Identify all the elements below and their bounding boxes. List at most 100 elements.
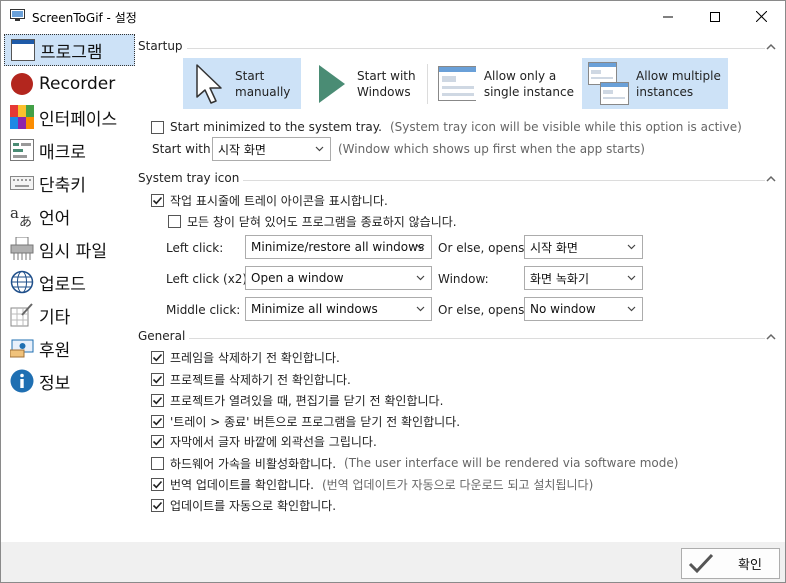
option-checkbox[interactable]	[151, 456, 164, 470]
option-checkbox[interactable]	[151, 477, 164, 491]
sidebar-item-label: 단축키	[39, 175, 86, 196]
close-button[interactable]	[738, 1, 784, 32]
sidebar-item-language[interactable]: aあ 언어	[4, 200, 135, 232]
sidebar-item-label: 인터페이스	[39, 109, 118, 130]
chevron-down-icon	[627, 306, 636, 312]
show-tray-icon-checkbox[interactable]	[151, 193, 164, 207]
checkmark-icon	[152, 396, 163, 404]
option-checkbox[interactable]	[151, 434, 164, 448]
check-translation-updates-option[interactable]: 번역 업데이트를 확인합니다. (번역 업데이트가 자동으로 다운로드 되고 설…	[151, 475, 593, 493]
maximize-icon	[710, 11, 720, 22]
start-with-dropdown[interactable]: 시작 화면	[212, 137, 331, 161]
option-checkbox[interactable]	[151, 498, 164, 512]
window-dropdown[interactable]: 화면 녹화기	[524, 266, 643, 290]
option-checkbox[interactable]	[151, 393, 164, 407]
show-tray-icon-option[interactable]: 작업 표시줄에 트레이 아이콘을 표시합니다.	[151, 191, 388, 209]
option-checkbox[interactable]	[151, 350, 164, 364]
minimize-icon	[663, 16, 673, 17]
start-minimized-option[interactable]: Start minimized to the system tray. (Sys…	[151, 118, 742, 136]
start-minimized-checkbox[interactable]	[151, 120, 164, 134]
maximize-button[interactable]	[692, 1, 738, 32]
section-title: General	[138, 329, 190, 343]
confirm-delete-frames-option[interactable]: 프레임을 삭제하기 전 확인합니다.	[151, 348, 340, 366]
left-click-else-dropdown[interactable]: 시작 화면	[524, 235, 643, 259]
left-click-dropdown[interactable]: Minimize/restore all windows	[245, 235, 432, 259]
tile-label: Start with Windows	[357, 68, 416, 99]
info-icon	[9, 368, 35, 394]
left-click2-dropdown[interactable]: Open a window	[245, 266, 432, 290]
section-divider	[138, 48, 765, 49]
auto-check-updates-option[interactable]: 업데이트를 자동으로 확인합니다.	[151, 496, 336, 514]
donate-icon	[9, 335, 35, 361]
sidebar-item-temp-files[interactable]: 임시 파일	[4, 233, 135, 265]
close-icon	[755, 11, 767, 22]
left-click-label: Left click:	[166, 241, 224, 255]
sidebar-item-upload[interactable]: 업로드	[4, 266, 135, 298]
minimize-button[interactable]	[645, 1, 691, 32]
option-label: 프로젝트가 열려있을 때, 편집기를 닫기 전 확인합니다.	[170, 393, 444, 408]
ok-label: 확인	[738, 558, 762, 573]
start-manually-tile[interactable]: Start manually	[183, 58, 301, 109]
multiple-windows-icon	[588, 61, 629, 105]
section-divider	[138, 338, 765, 339]
chevron-down-icon	[416, 244, 425, 250]
middle-click-dropdown[interactable]: Minimize all windows	[245, 297, 432, 321]
option-label: 자막에서 글자 바깥에 외곽선을 그립니다.	[170, 434, 377, 449]
cursor-icon	[196, 63, 222, 104]
checkmark-icon	[152, 437, 163, 445]
dropdown-value: Open a window	[251, 271, 344, 285]
chevron-down-icon	[627, 244, 636, 250]
keep-open-option[interactable]: 모든 창이 닫혀 있어도 프로그램을 종료하지 않습니다.	[168, 212, 457, 230]
window-title: ScreenToGif - 설정	[32, 11, 137, 25]
sidebar-item-label: 매크로	[39, 142, 86, 163]
sidebar-item-extras[interactable]: 기타	[4, 299, 135, 331]
chevron-up-icon[interactable]	[765, 40, 777, 54]
chevron-up-icon[interactable]	[765, 172, 777, 186]
sidebar-item-about[interactable]: 정보	[4, 365, 135, 397]
confirm-delete-project-option[interactable]: 프로젝트를 삭제하기 전 확인합니다.	[151, 370, 351, 388]
general-section-header[interactable]: General	[138, 329, 783, 347]
option-label: '트레이 > 종료' 버튼으로 프로그램을 닫기 전 확인합니다.	[170, 414, 461, 429]
sidebar-item-donate[interactable]: 후원	[4, 332, 135, 364]
option-label: 모든 창이 닫혀 있어도 프로그램을 종료하지 않습니다.	[187, 214, 457, 229]
sidebar-item-shortcuts[interactable]: 단축키	[4, 167, 135, 199]
disable-hw-accel-option[interactable]: 하드웨어 가속을 비활성화합니다. (The user interface wi…	[151, 454, 678, 472]
dropdown-value: Minimize all windows	[251, 302, 378, 316]
sidebar-item-label: Recorder	[39, 74, 116, 94]
startup-section-header[interactable]: Startup	[138, 39, 783, 57]
multiple-instances-tile[interactable]: Allow multiple instances	[582, 58, 728, 109]
single-instance-tile[interactable]: Allow only a single instance	[434, 58, 574, 109]
dropdown-value: No window	[530, 302, 596, 316]
chevron-down-icon	[416, 306, 425, 312]
tile-separator	[427, 64, 428, 104]
app-icon	[10, 9, 25, 21]
option-label: 업데이트를 자동으로 확인합니다.	[170, 498, 337, 513]
chevron-up-icon[interactable]	[765, 330, 777, 344]
middle-else-dropdown[interactable]: No window	[524, 297, 643, 321]
tile-label: Allow only a single instance	[483, 68, 574, 99]
section-title: System tray icon	[138, 171, 244, 185]
sidebar-item-recorder[interactable]: Recorder	[4, 68, 135, 100]
sidebar-item-application[interactable]: 프로그램	[4, 34, 135, 66]
macro-icon	[9, 137, 35, 163]
tile-label: Start manually	[235, 68, 291, 99]
confirm-tray-exit-option[interactable]: '트레이 > 종료' 버튼으로 프로그램을 닫기 전 확인합니다.	[151, 412, 460, 430]
settings-panel: Startup Start manually Start with Window…	[137, 32, 785, 542]
checkmark-icon	[152, 417, 163, 425]
confirm-close-editor-option[interactable]: 프로젝트가 열려있을 때, 편집기를 닫기 전 확인합니다.	[151, 391, 443, 409]
sidebar-item-label: 정보	[39, 373, 71, 394]
start-with-windows-tile[interactable]: Start with Windows	[309, 58, 419, 109]
keep-open-checkbox[interactable]	[168, 214, 181, 228]
tray-section-header[interactable]: System tray icon	[138, 171, 783, 189]
ok-button[interactable]: 확인	[681, 548, 780, 579]
sidebar-item-macro[interactable]: 매크로	[4, 134, 135, 166]
sidebar-item-interface[interactable]: 인터페이스	[4, 101, 135, 133]
checkmark-icon	[688, 553, 714, 573]
sidebar-item-label: 기타	[39, 307, 71, 328]
option-checkbox[interactable]	[151, 372, 164, 386]
option-label: 작업 표시줄에 트레이 아이콘을 표시합니다.	[170, 193, 388, 208]
subtitle-outline-option[interactable]: 자막에서 글자 바깥에 외곽선을 그립니다.	[151, 432, 377, 450]
option-checkbox[interactable]	[151, 414, 164, 428]
option-label: 하드웨어 가속을 비활성화합니다.	[170, 456, 337, 471]
footer-bar: 확인	[1, 542, 785, 582]
